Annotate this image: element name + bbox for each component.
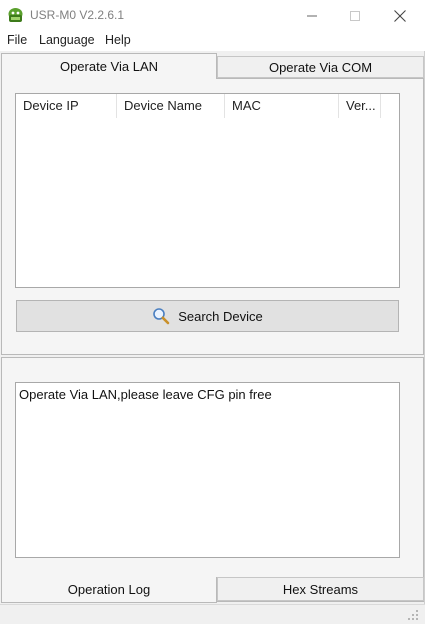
resize-grip-icon[interactable] xyxy=(407,609,419,621)
lan-tab-panel: Device IP Device Name MAC Ver... Search … xyxy=(1,78,424,355)
tab-operation-log[interactable]: Operation Log xyxy=(1,577,217,603)
device-list[interactable]: Device IP Device Name MAC Ver... xyxy=(15,93,400,288)
tab-hex-streams[interactable]: Hex Streams xyxy=(217,577,424,601)
search-device-button[interactable]: Search Device xyxy=(16,300,399,332)
operation-tabs: Operate Via LAN Operate Via COM Device I… xyxy=(0,51,425,356)
tab-operate-via-com[interactable]: Operate Via COM xyxy=(217,56,424,78)
minimize-button[interactable] xyxy=(290,0,334,31)
column-mac[interactable]: MAC xyxy=(225,94,339,118)
operation-log-textbox[interactable]: Operate Via LAN,please leave CFG pin fre… xyxy=(15,382,400,558)
close-button[interactable] xyxy=(378,0,422,31)
menu-bar: File Language Help xyxy=(0,31,425,51)
menu-help[interactable]: Help xyxy=(105,33,131,47)
status-bar xyxy=(0,604,425,624)
title-bar: USR-M0 V2.2.6.1 xyxy=(0,0,425,31)
column-device-name[interactable]: Device Name xyxy=(117,94,225,118)
maximize-button[interactable] xyxy=(333,0,377,31)
maximize-icon xyxy=(350,10,360,21)
magnifier-icon xyxy=(152,307,170,325)
menu-file[interactable]: File xyxy=(7,33,27,47)
minimize-icon xyxy=(307,15,317,16)
close-icon xyxy=(394,9,406,22)
menu-language[interactable]: Language xyxy=(39,33,95,47)
column-version[interactable]: Ver... xyxy=(339,94,381,118)
device-list-header: Device IP Device Name MAC Ver... xyxy=(16,94,399,118)
log-panel: Operate Via LAN,please leave CFG pin fre… xyxy=(1,357,424,602)
app-logo-icon xyxy=(7,7,24,24)
window-title: USR-M0 V2.2.6.1 xyxy=(30,8,125,22)
tab-operate-via-lan[interactable]: Operate Via LAN xyxy=(1,53,217,79)
search-device-label: Search Device xyxy=(178,308,263,324)
column-device-ip[interactable]: Device IP xyxy=(16,94,117,118)
app-window: USR-M0 V2.2.6.1 File Language Help Opera… xyxy=(0,0,425,624)
